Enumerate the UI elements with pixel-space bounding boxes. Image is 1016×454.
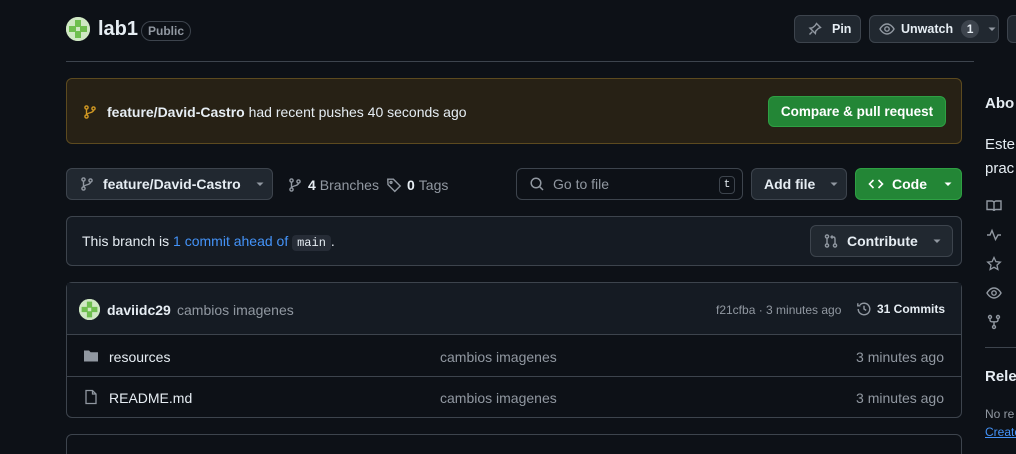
watchers-count: 1 — [961, 20, 980, 38]
releases-heading[interactable]: Rele — [985, 368, 1016, 385]
code-label: Code — [892, 176, 927, 192]
star-icon[interactable] — [986, 256, 1002, 272]
unwatch-button[interactable]: Unwatch 1 — [869, 15, 999, 43]
tag-icon — [386, 177, 402, 193]
table-row[interactable]: resources cambios imagenes 3 minutes ago — [67, 336, 961, 377]
file-commit-message[interactable]: cambios imagenes — [440, 390, 557, 406]
eye-icon — [879, 21, 895, 37]
visibility-badge: Public — [141, 21, 192, 41]
commits-ahead-link[interactable]: 1 commit ahead of — [173, 233, 288, 249]
keyboard-shortcut-hint: t — [719, 176, 735, 194]
branches-label: Branches — [319, 177, 379, 193]
branch-ahead-text: This branch is 1 commit ahead of main. — [82, 233, 335, 251]
compare-pull-request-button[interactable]: Compare & pull request — [768, 96, 946, 127]
file-name-link[interactable]: resources — [109, 349, 170, 365]
commits-history-link[interactable]: 31 Commits — [856, 301, 945, 317]
commits-count-label: 31 Commits — [877, 302, 946, 316]
unwatch-label: Unwatch — [901, 22, 954, 36]
contribute-button[interactable]: Contribute — [810, 225, 953, 257]
repo-name-link[interactable]: lab1 — [98, 18, 138, 41]
pin-icon — [807, 21, 823, 37]
base-branch-chip: main — [292, 235, 331, 251]
eye-icon[interactable] — [986, 285, 1002, 301]
chevron-down-icon — [255, 179, 265, 189]
branches-count: 4 — [308, 177, 316, 193]
activity-icon[interactable] — [986, 227, 1002, 243]
no-releases-text: No re — [985, 407, 1015, 421]
tags-count: 0 — [407, 177, 415, 193]
about-heading: Abo — [985, 95, 1015, 112]
current-branch-label: feature/David-Castro — [103, 176, 241, 192]
add-file-label: Add file — [764, 176, 816, 192]
file-name-link[interactable]: README.md — [109, 390, 192, 406]
git-branch-icon — [79, 176, 95, 192]
commit-sha-time[interactable]: f21cfba · 3 minutes ago — [716, 303, 841, 317]
create-release-link[interactable]: Create — [985, 425, 1016, 439]
git-branch-icon — [82, 104, 98, 120]
commit-author-link[interactable]: daviidc29 — [107, 302, 171, 318]
file-icon — [83, 389, 99, 405]
tags-label: Tags — [418, 177, 449, 193]
code-button[interactable]: Code — [855, 168, 962, 200]
add-file-button[interactable]: Add file — [751, 168, 847, 200]
code-icon — [868, 176, 884, 192]
repo-description: prac — [985, 160, 1015, 177]
contribute-label: Contribute — [847, 233, 918, 249]
star-button[interactable] — [1007, 15, 1016, 43]
go-to-file-input[interactable] — [553, 176, 703, 192]
chevron-down-icon — [987, 24, 997, 34]
pin-button[interactable]: Pin — [794, 15, 861, 43]
fork-icon[interactable] — [986, 314, 1002, 330]
folder-icon — [83, 348, 99, 364]
recent-pushes-text: feature/David-Castro had recent pushes 4… — [107, 104, 467, 120]
readme-panel — [66, 434, 962, 454]
tags-link[interactable]: 0 Tags — [386, 177, 448, 193]
git-branch-icon — [287, 177, 303, 193]
book-icon[interactable] — [986, 198, 1002, 214]
chevron-down-icon — [829, 179, 839, 189]
sidebar-divider — [985, 347, 1016, 348]
file-commit-message[interactable]: cambios imagenes — [440, 349, 557, 365]
pushed-branch-name[interactable]: feature/David-Castro — [107, 104, 245, 120]
repo-description: Este — [985, 136, 1016, 153]
branches-link[interactable]: 4 Branches — [287, 177, 379, 193]
repo-owner-avatar[interactable] — [66, 17, 90, 41]
search-icon — [529, 176, 545, 192]
pin-label: Pin — [832, 22, 852, 36]
commit-message-link[interactable]: cambios imagenes — [177, 302, 294, 318]
git-pull-request-icon — [823, 233, 839, 249]
file-commit-age: 3 minutes ago — [856, 390, 944, 406]
go-to-file-search[interactable]: t — [516, 168, 743, 200]
table-row[interactable]: README.md cambios imagenes 3 minutes ago — [67, 377, 961, 418]
branch-selector[interactable]: feature/David-Castro — [66, 168, 273, 200]
file-commit-age: 3 minutes ago — [856, 349, 944, 365]
chevron-down-icon — [932, 236, 942, 246]
history-icon — [856, 301, 872, 317]
avatar[interactable] — [79, 299, 100, 320]
chevron-down-icon — [943, 179, 953, 189]
header-divider — [66, 61, 974, 62]
